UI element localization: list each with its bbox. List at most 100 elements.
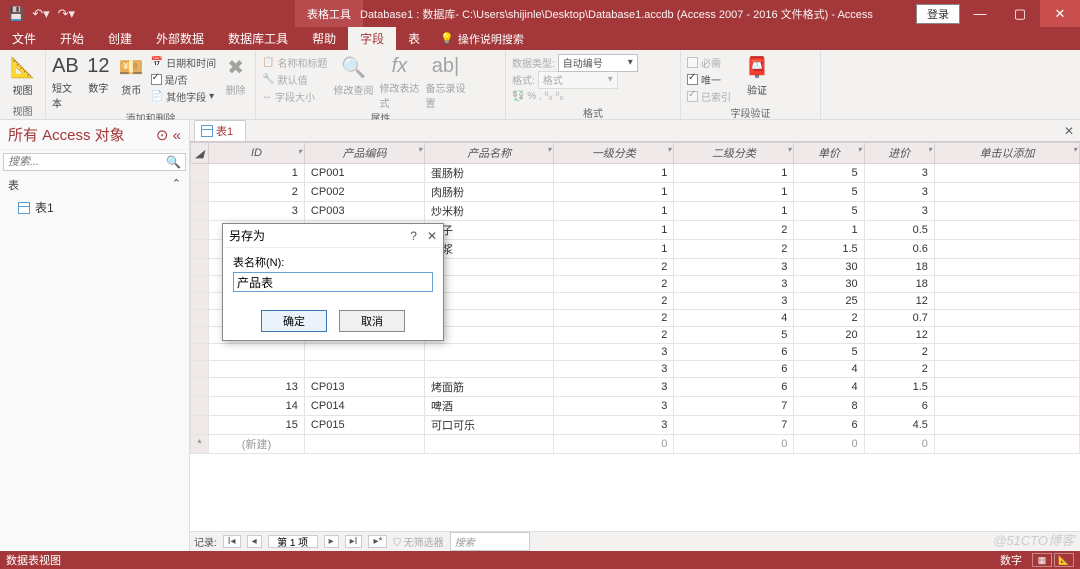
maximize-button[interactable]: ▢ <box>1000 0 1040 27</box>
table-row[interactable]: 15CP015可口可乐3764.5 <box>191 416 1080 435</box>
data-type-combo[interactable]: 自动编号▾ <box>558 54 638 72</box>
nav-group-tables[interactable]: 表⌃ <box>0 174 189 196</box>
chevron-icon[interactable]: ⊙ « <box>156 126 181 144</box>
status-bar: 数据表视图 数字 ▦ 📐 <box>0 551 1080 569</box>
watermark: @51CTO博客 <box>993 530 1074 549</box>
nav-pane-header[interactable]: 所有 Access 对象⊙ « <box>0 120 189 150</box>
tab-dbtools[interactable]: 数据库工具 <box>216 27 300 50</box>
new-record-button[interactable]: ▸* <box>368 535 387 548</box>
format-combo: 格式▾ <box>538 71 618 89</box>
tab-fields[interactable]: 字段 <box>348 27 396 50</box>
quick-access-toolbar: 💾 ↶▾ ↷▾ <box>0 6 75 22</box>
save-as-dialog: 另存为 ? ✕ 表名称(N): 确定 取消 <box>222 223 444 341</box>
column-header[interactable]: 二级分类▾ <box>674 143 794 164</box>
table-row[interactable]: 2CP002肉肠粉1153 <box>191 183 1080 202</box>
new-row[interactable]: *(新建)0000 <box>191 435 1080 454</box>
table-name-input[interactable] <box>233 272 433 292</box>
undo-icon[interactable]: ↶▾ <box>32 6 49 22</box>
last-record-button[interactable]: ▸I <box>345 535 363 548</box>
search-icon[interactable]: 🔍 <box>162 155 185 169</box>
table-row[interactable]: 3642 <box>191 361 1080 378</box>
filter-indicator: ⛉ 无筛选器 <box>393 534 443 549</box>
default-value-button: 🔧 默认值 <box>262 71 327 88</box>
prev-record-button[interactable]: ◂ <box>247 535 262 548</box>
contextual-tab-label: 表格工具 <box>295 0 363 27</box>
cancel-button[interactable]: 取消 <box>339 310 405 332</box>
column-header[interactable]: 进价▾ <box>864 143 934 164</box>
nav-search[interactable]: 🔍 <box>3 153 186 171</box>
record-navigator: 记录: I◂ ◂ ▸ ▸I ▸* ⛉ 无筛选器 搜索 <box>190 531 1080 551</box>
close-tab-button[interactable]: ✕ <box>1064 124 1074 138</box>
first-record-button[interactable]: I◂ <box>223 535 241 548</box>
column-header[interactable]: 一级分类▾ <box>554 143 674 164</box>
required-checkbox: 必需 <box>687 54 731 71</box>
nav-search-input[interactable] <box>4 154 162 170</box>
short-text-button[interactable]: AB短文本 <box>52 52 79 110</box>
table-row[interactable]: 1CP001蛋肠粉1153 <box>191 164 1080 183</box>
ok-button[interactable]: 确定 <box>261 310 327 332</box>
window-title: Database1 : 数据库- C:\Users\shijinle\Deskt… <box>360 6 873 22</box>
save-icon[interactable]: 💾 <box>8 6 24 22</box>
navigation-pane: 所有 Access 对象⊙ « 🔍 表⌃ 表1 <box>0 120 190 551</box>
design-view-button[interactable]: 📐 <box>1054 553 1074 567</box>
tab-home[interactable]: 开始 <box>48 27 96 50</box>
name-caption-button: 📋 名称和标题 <box>262 54 327 71</box>
tell-me-search[interactable]: 💡 操作说明搜索 <box>432 31 524 47</box>
datasheet-view-button[interactable]: ▦ <box>1032 553 1052 567</box>
calendar-icon: 📅 <box>151 57 163 68</box>
validation-button[interactable]: 📮验证 <box>737 52 777 97</box>
datetime-button[interactable]: 📅日期和时间 <box>151 54 216 71</box>
checkbox-icon <box>151 74 162 85</box>
lightbulb-icon: 💡 <box>440 32 454 45</box>
tab-file[interactable]: 文件 <box>0 27 48 50</box>
select-all-cell[interactable]: ◢ <box>191 143 209 164</box>
table-row[interactable]: 14CP014啤酒3786 <box>191 397 1080 416</box>
modify-lookup-button: 🔍修改查阅 <box>333 52 373 97</box>
column-header[interactable]: 单击以添加▾ <box>934 143 1079 164</box>
close-button[interactable]: ✕ <box>1040 0 1080 27</box>
table-icon <box>201 125 213 137</box>
column-header[interactable]: ID▾ <box>209 143 305 164</box>
view-button[interactable]: 📐视图 <box>6 52 39 97</box>
column-header[interactable]: 产品编码▾ <box>304 143 424 164</box>
record-search[interactable]: 搜索 <box>450 532 530 551</box>
table-name-label: 表名称(N): <box>233 257 284 269</box>
tab-table[interactable]: 表 <box>396 27 432 50</box>
unique-checkbox[interactable]: 唯一 <box>687 71 731 88</box>
table-icon <box>18 202 30 214</box>
next-record-button[interactable]: ▸ <box>324 535 339 548</box>
delete-icon: ✖ <box>227 55 244 80</box>
dialog-help-button[interactable]: ? <box>410 229 417 243</box>
dialog-close-button[interactable]: ✕ <box>427 229 437 243</box>
dialog-title: 另存为 <box>229 227 265 244</box>
number-button[interactable]: 12数字 <box>85 52 112 95</box>
yesno-button[interactable]: 是/否 <box>151 71 216 88</box>
redo-icon[interactable]: ↷▾ <box>58 6 75 22</box>
tab-external[interactable]: 外部数据 <box>144 27 216 50</box>
record-position[interactable] <box>268 535 318 548</box>
field-size-button: ↔ 字段大小 <box>262 88 327 105</box>
status-view-mode: 数据表视图 <box>6 552 61 568</box>
table-row[interactable]: 13CP013烤面筋3641.5 <box>191 378 1080 397</box>
table-row[interactable]: 3652 <box>191 344 1080 361</box>
currency-button[interactable]: 💴货币 <box>118 52 145 97</box>
tab-help[interactable]: 帮助 <box>300 27 348 50</box>
modify-expr-button: fx修改表达式 <box>379 52 419 110</box>
ribbon: 📐视图 视图 AB短文本 12数字 💴货币 📅日期和时间 是/否 📄其他字段▾ … <box>0 50 1080 120</box>
collapse-icon[interactable]: ⌃ <box>172 177 181 193</box>
minimize-button[interactable]: — <box>960 0 1000 27</box>
column-header[interactable]: 产品名称▾ <box>425 143 554 164</box>
column-header[interactable]: 单价▾ <box>794 143 864 164</box>
validation-icon: 📮 <box>745 55 770 80</box>
tab-create[interactable]: 创建 <box>96 27 144 50</box>
status-numlock: 数字 <box>1000 552 1022 568</box>
window-controls: — ▢ ✕ <box>960 0 1080 27</box>
more-fields-button[interactable]: 📄其他字段▾ <box>151 88 216 105</box>
login-button[interactable]: 登录 <box>916 4 960 24</box>
table-row[interactable]: 3CP003炒米粉1153 <box>191 202 1080 221</box>
nav-item-table1[interactable]: 表1 <box>0 196 189 219</box>
document-tab-table1[interactable]: 表1 <box>194 120 246 141</box>
format-buttons: 💱 % , ⁰₀ ⁰₀ <box>512 88 638 105</box>
ribbon-tab-strip: 文件 开始 创建 外部数据 数据库工具 帮助 字段 表 💡 操作说明搜索 <box>0 27 1080 50</box>
more-icon: 📄 <box>151 91 163 102</box>
